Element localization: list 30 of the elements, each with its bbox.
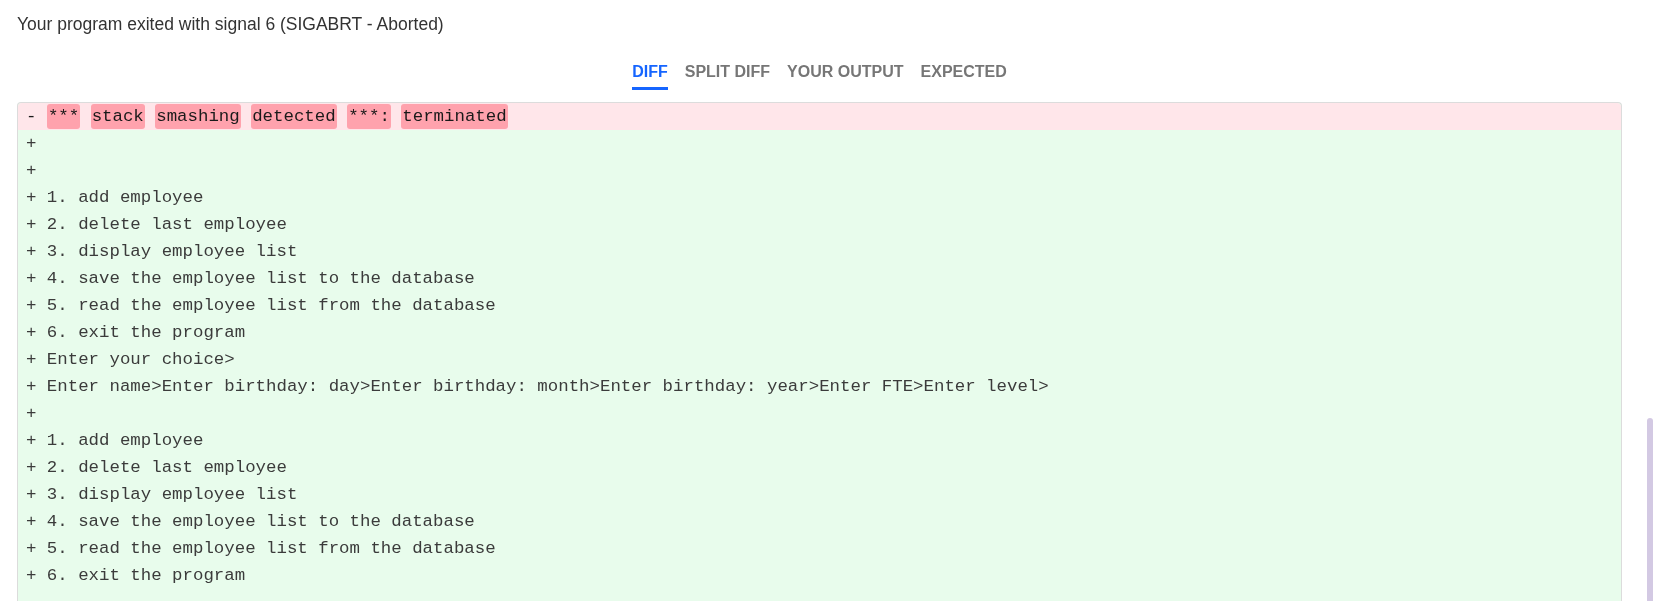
added-line: + Enter your choice>: [26, 350, 235, 369]
added-line: + Enter name>Enter birthday: day>Enter birthday: month>Enter birthday: year>Enter FTE>Enter level>: [26, 377, 1049, 396]
changed-word: detected: [251, 104, 337, 129]
added-line: + 2. delete last employee: [26, 215, 287, 234]
exit-message: Your program exited with signal 6 (SIGABRT - Aborted): [17, 13, 444, 36]
added-line: + 4. save the employee list to the database: [26, 512, 475, 531]
added-line: + 5. read the employee list from the database: [26, 539, 496, 558]
added-line: + 4. save the employee list to the database: [26, 269, 475, 288]
added-line: +: [26, 161, 37, 180]
added-line: +: [26, 134, 37, 153]
added-line: +: [26, 404, 37, 423]
added-line: + 3. display employee list: [26, 242, 298, 261]
changed-word: ***: [46, 104, 81, 129]
changed-word: terminated: [401, 104, 508, 129]
view-tab[interactable]: SPLIT DIFF: [684, 62, 771, 90]
scrollbar-thumb[interactable]: [1647, 418, 1653, 601]
diff-prefix: -: [26, 107, 37, 126]
changed-word: ***:: [347, 104, 391, 129]
added-line: + 3. display employee list: [26, 485, 298, 504]
added-line: + 1. add employee: [26, 188, 204, 207]
added-line: + 2. delete last employee: [26, 458, 287, 477]
added-line: + 6. exit the program: [26, 323, 246, 342]
view-tab[interactable]: EXPECTED: [920, 62, 1007, 90]
added-line: + 6. exit the program: [26, 566, 246, 585]
added-line: + 1. add employee: [26, 431, 204, 450]
view-tab[interactable]: DIFF: [632, 62, 668, 90]
view-tab[interactable]: YOUR OUTPUT: [787, 62, 904, 90]
added-line: + 5. read the employee list from the database: [26, 296, 496, 315]
changed-word: stack: [90, 104, 145, 129]
changed-word: smashing: [155, 104, 241, 129]
